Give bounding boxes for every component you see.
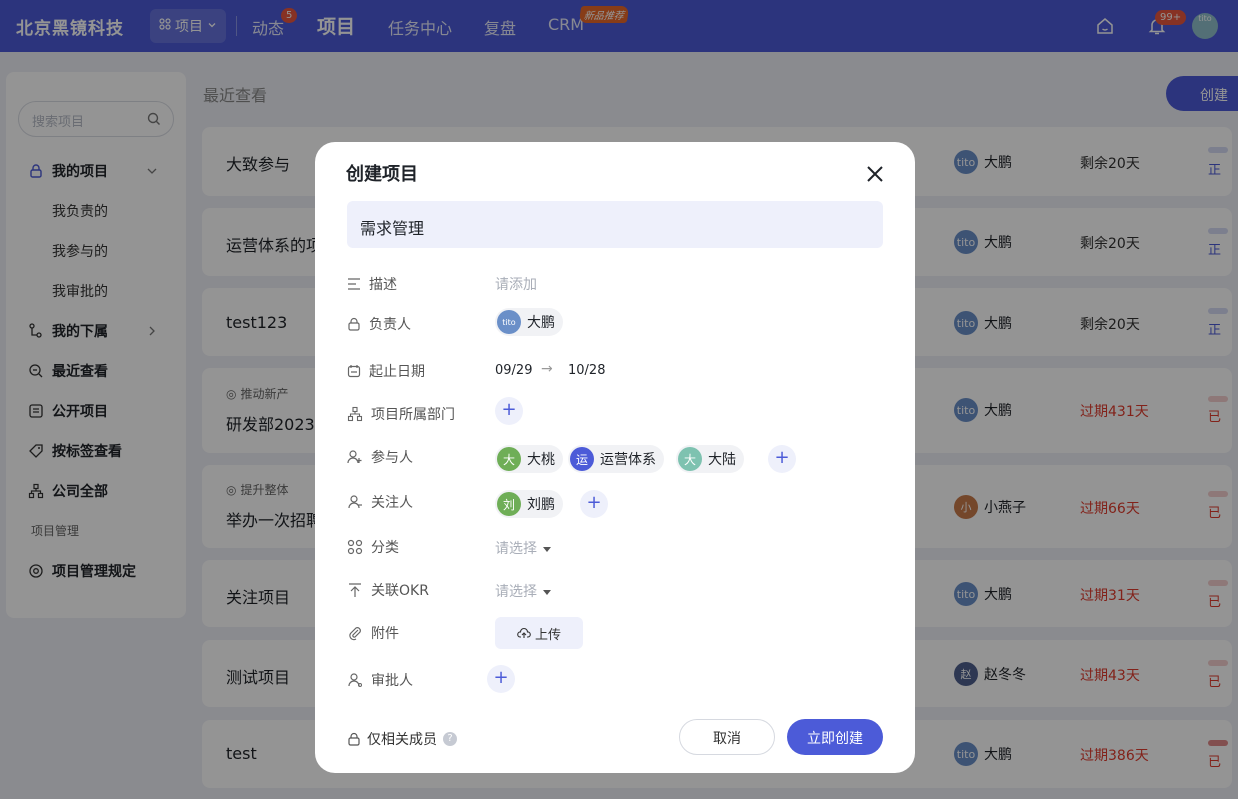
owner-name: 大鹏	[527, 315, 555, 331]
follower-chip[interactable]: 刘 刘鹏	[495, 490, 563, 518]
approver-icon	[348, 673, 362, 687]
field-dates: 起止日期	[347, 361, 425, 381]
participant-name: 大陆	[708, 452, 736, 468]
okr-placeholder: 请选择	[495, 584, 537, 600]
members-only-toggle[interactable]: 仅相关成员 ?	[347, 729, 457, 749]
category-placeholder: 请选择	[495, 541, 537, 557]
field-followers: 关注人	[347, 492, 413, 512]
avatar: 大	[497, 447, 521, 471]
field-label: 负责人	[369, 317, 411, 333]
add-approver-button[interactable]: +	[487, 665, 515, 693]
date-arrow: →	[541, 361, 553, 377]
start-date[interactable]: 09/29	[495, 363, 532, 378]
text-align-icon	[348, 278, 360, 290]
category-select[interactable]: 请选择	[495, 538, 551, 558]
help-icon[interactable]: ?	[443, 732, 457, 746]
description-input[interactable]: 请添加	[495, 274, 537, 294]
create-project-dialog: 创建项目 需求管理 描述 请添加 负责人 tito 大鹏 起止日期 09/29 …	[315, 142, 915, 773]
field-label: 项目所属部门	[371, 407, 455, 423]
end-date[interactable]: 10/28	[568, 363, 605, 378]
participant-chip[interactable]: 大 大陆	[676, 445, 744, 473]
add-follower-button[interactable]: +	[580, 490, 608, 518]
field-label: 描述	[369, 277, 397, 293]
upload-arrow-icon	[349, 583, 361, 597]
user-icon	[348, 495, 362, 509]
add-department-button[interactable]: +	[495, 397, 523, 425]
participant-chip[interactable]: 大 大桃	[495, 445, 563, 473]
grid-icon	[347, 539, 363, 555]
participant-name: 运营体系	[600, 452, 656, 468]
add-participant-button[interactable]: +	[768, 445, 796, 473]
participant-chip[interactable]: 运 运营体系	[568, 445, 664, 473]
field-owner: 负责人	[347, 314, 411, 334]
dialog-title: 创建项目	[346, 164, 418, 185]
field-label: 附件	[371, 626, 399, 642]
field-okr: 关联OKR	[347, 580, 429, 600]
field-department: 项目所属部门	[347, 404, 455, 424]
caret-down-icon	[543, 546, 551, 552]
lock-icon	[348, 317, 360, 331]
avatar: 运	[570, 447, 594, 471]
field-approver: 审批人	[347, 670, 413, 690]
field-description: 描述	[347, 274, 397, 294]
field-category: 分类	[347, 537, 399, 557]
calendar-icon	[347, 365, 361, 378]
avatar: tito	[497, 310, 521, 334]
add-user-icon	[347, 450, 362, 464]
avatar: 刘	[497, 492, 521, 516]
create-now-button[interactable]: 立即创建	[787, 719, 883, 755]
avatar: 大	[678, 447, 702, 471]
upload-label: 上传	[534, 627, 561, 643]
okr-select[interactable]: 请选择	[495, 581, 551, 601]
participant-name: 大桃	[527, 452, 555, 468]
upload-button[interactable]: 上传	[495, 617, 583, 649]
hierarchy-icon	[347, 406, 363, 422]
cancel-button[interactable]: 取消	[679, 719, 775, 755]
caret-down-icon	[543, 589, 551, 595]
owner-chip[interactable]: tito 大鹏	[495, 308, 563, 336]
follower-name: 刘鹏	[527, 497, 555, 513]
field-label: 关注人	[371, 495, 413, 511]
field-attachment: 附件	[347, 623, 399, 643]
field-label: 关联OKR	[371, 583, 429, 599]
project-name-input[interactable]: 需求管理	[347, 201, 883, 248]
field-label: 参与人	[371, 450, 413, 466]
members-only-label: 仅相关成员	[367, 732, 437, 748]
cloud-upload-icon	[517, 627, 531, 638]
close-icon[interactable]	[865, 164, 885, 184]
field-participants: 参与人	[347, 447, 413, 467]
field-label: 分类	[371, 540, 399, 556]
lock-icon	[348, 732, 360, 746]
paperclip-icon	[349, 627, 361, 641]
field-label: 起止日期	[369, 364, 425, 380]
field-label: 审批人	[371, 673, 413, 689]
